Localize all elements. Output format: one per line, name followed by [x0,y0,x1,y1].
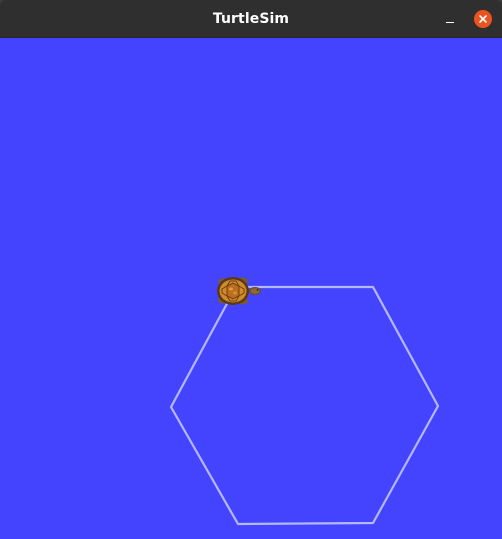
turtlesim-window: TurtleSim [0,0,502,539]
window-title: TurtleSim [212,11,290,27]
close-icon [479,15,487,23]
turtle-canvas [0,38,502,539]
minimize-button[interactable] [440,9,460,29]
title-bar[interactable]: TurtleSim [0,0,502,38]
close-button[interactable] [474,10,492,28]
turtle-head [249,287,261,295]
